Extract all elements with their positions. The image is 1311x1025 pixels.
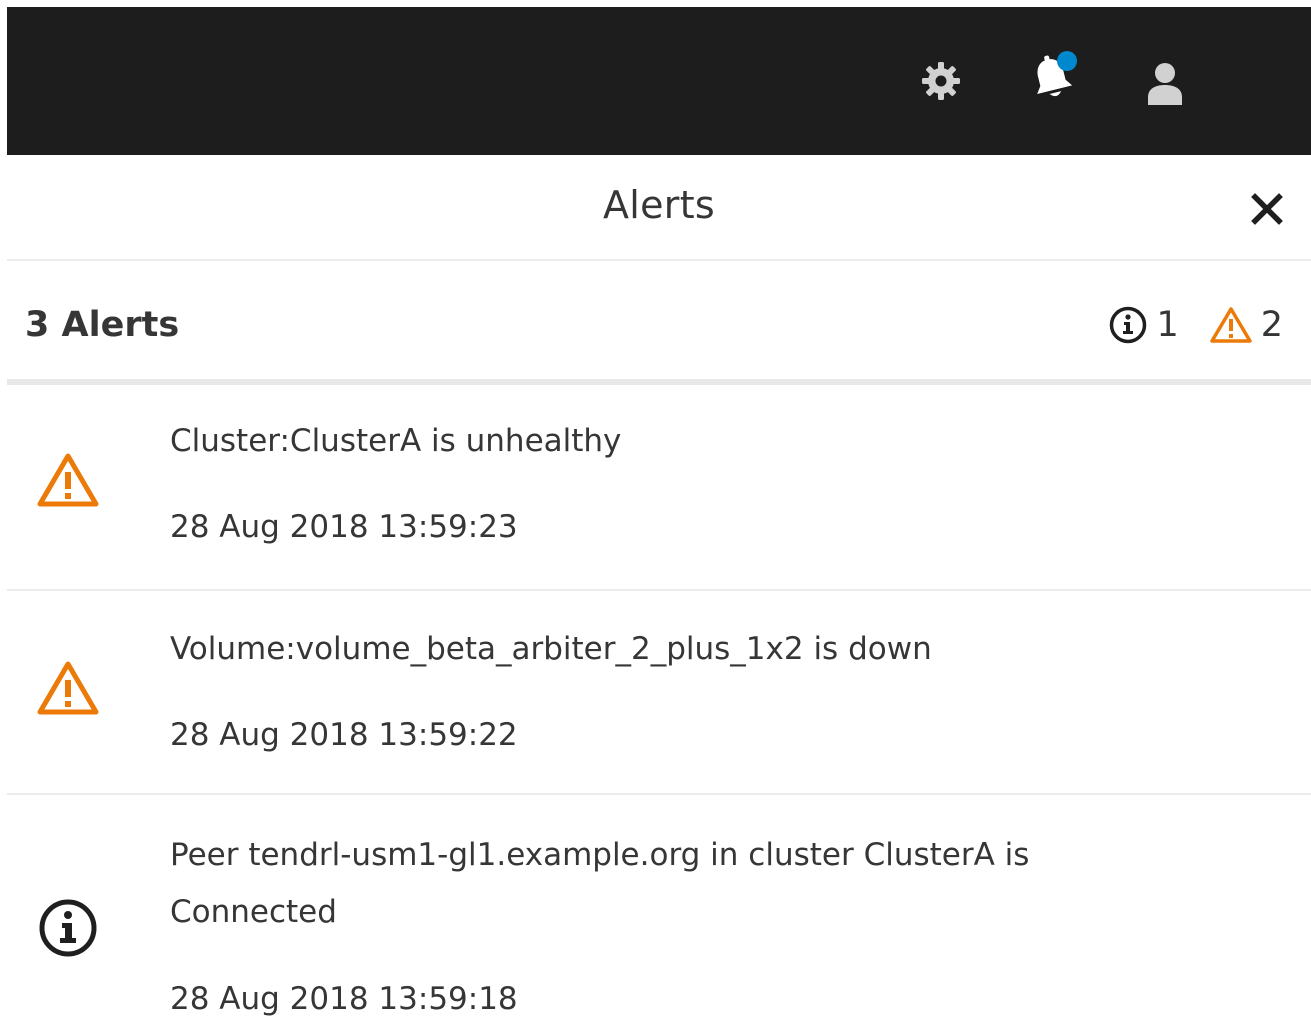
info-count-badge: 1	[1108, 305, 1179, 345]
warning-count: 2	[1260, 305, 1283, 345]
gear-icon[interactable]	[917, 57, 965, 105]
severity-counts: 1 2	[1108, 305, 1283, 345]
drawer-header: Alerts	[7, 155, 1311, 261]
warning-icon	[1209, 307, 1252, 343]
alert-item[interactable]: Peer tendrl-usm1-gl1.example.org in clus…	[7, 795, 1311, 1025]
info-icon	[1110, 306, 1147, 344]
alert-message: Peer tendrl-usm1-gl1.example.org in clus…	[170, 837, 1030, 930]
close-icon[interactable]	[1247, 189, 1287, 229]
drawer-title: Alerts	[602, 183, 716, 227]
alert-item[interactable]: Volume:volume_beta_arbiter_2_plus_1x2 is…	[7, 591, 1311, 795]
warning-icon	[37, 453, 99, 507]
warning-icon	[37, 661, 99, 715]
warning-count-badge: 2	[1209, 305, 1283, 345]
alerts-drawer: Alerts 3 Alerts 1 2 Cluster:ClusterA is …	[7, 155, 1311, 1025]
user-icon[interactable]	[1141, 59, 1189, 109]
top-navbar	[7, 7, 1311, 155]
alerts-summary: 3 Alerts 1 2	[7, 261, 1311, 385]
page: Alerts 3 Alerts 1 2 Cluster:ClusterA is …	[0, 0, 1311, 1025]
alert-message: Cluster:ClusterA is unhealthy	[170, 423, 622, 459]
info-count: 1	[1156, 305, 1179, 345]
alert-item[interactable]: Cluster:ClusterA is unhealthy 28 Aug 201…	[7, 385, 1311, 591]
alert-timestamp: 28 Aug 2018 13:59:23	[170, 509, 518, 545]
alerts-count: 3 Alerts	[25, 305, 180, 345]
alert-timestamp: 28 Aug 2018 13:59:18	[170, 981, 518, 1017]
notification-dot	[1057, 51, 1077, 71]
bell-icon[interactable]	[1025, 47, 1081, 107]
alert-message: Volume:volume_beta_arbiter_2_plus_1x2 is…	[170, 631, 932, 667]
info-icon	[39, 899, 97, 957]
alert-timestamp: 28 Aug 2018 13:59:22	[170, 717, 518, 753]
